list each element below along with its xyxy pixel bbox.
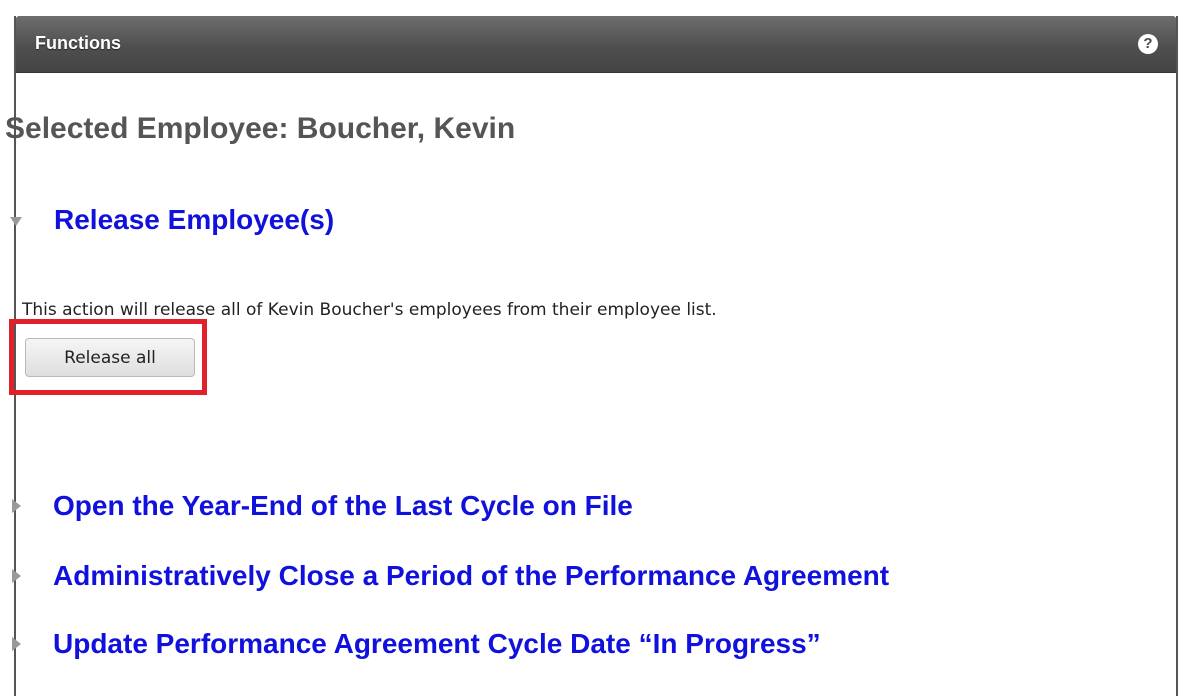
collapsed-triangle-icon[interactable] bbox=[12, 499, 21, 513]
selected-employee-heading: Selected Employee: Boucher, Kevin bbox=[5, 112, 516, 145]
section-release-employees[interactable]: Release Employee(s) bbox=[10, 204, 334, 236]
collapsed-triangle-icon[interactable] bbox=[12, 637, 21, 651]
question-mark-icon[interactable]: ? bbox=[1138, 34, 1158, 54]
close-period-link[interactable]: Administratively Close a Period of the P… bbox=[53, 560, 889, 592]
update-cycle-date-link[interactable]: Update Performance Agreement Cycle Date … bbox=[53, 628, 821, 660]
release-employees-link[interactable]: Release Employee(s) bbox=[54, 204, 334, 236]
panel-title: Functions bbox=[35, 33, 121, 53]
section-open-year-end[interactable]: Open the Year-End of the Last Cycle on F… bbox=[10, 490, 633, 522]
expanded-triangle-icon[interactable] bbox=[10, 216, 22, 226]
section-close-period[interactable]: Administratively Close a Period of the P… bbox=[10, 560, 889, 592]
release-description: This action will release all of Kevin Bo… bbox=[22, 300, 717, 320]
collapsed-triangle-icon[interactable] bbox=[12, 569, 21, 583]
open-year-end-link[interactable]: Open the Year-End of the Last Cycle on F… bbox=[53, 490, 633, 522]
release-all-highlight: Release all bbox=[9, 319, 207, 395]
section-update-cycle-date[interactable]: Update Performance Agreement Cycle Date … bbox=[10, 628, 821, 660]
release-all-button[interactable]: Release all bbox=[25, 338, 195, 377]
panel-header: Functions ? bbox=[16, 16, 1176, 73]
